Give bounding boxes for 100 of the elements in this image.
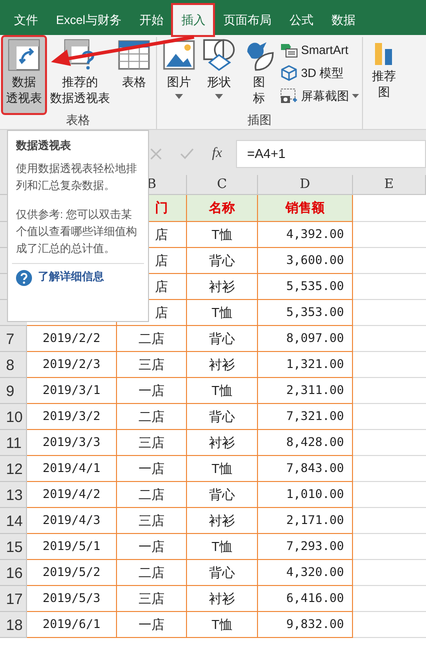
row-header[interactable]: 9 <box>0 378 27 404</box>
table-cell: 2019/3/3 <box>27 430 117 456</box>
table-cell: 一店 <box>117 456 187 482</box>
table-cell: 6,416.00 <box>258 586 353 612</box>
table-cell: 3,600.00 <box>258 248 353 274</box>
table-cell: 一店 <box>117 534 187 560</box>
table-cell: T恤 <box>187 612 258 638</box>
ribbon-button[interactable]: 图 标 <box>240 37 278 113</box>
row-header[interactable]: 8 <box>0 352 27 378</box>
table-cell: 2019/4/2 <box>27 482 117 508</box>
table-cell: 背心 <box>187 404 258 430</box>
table-cell: 三店 <box>117 508 187 534</box>
table-cell: 7,843.00 <box>258 456 353 482</box>
row-header[interactable]: 13 <box>0 482 27 508</box>
table-cell: 1,010.00 <box>258 482 353 508</box>
table-cell: 2019/3/2 <box>27 404 117 430</box>
table-cell: 销售额 <box>258 195 353 222</box>
table-cell: 三店 <box>117 586 187 612</box>
table-cell: 2019/6/1 <box>27 612 117 638</box>
ribbon-small-button[interactable]: 3D 模型 <box>280 62 359 84</box>
table-cell: 三店 <box>117 352 187 378</box>
table-cell: 4,320.00 <box>258 560 353 586</box>
table-cell: 二店 <box>117 482 187 508</box>
table-cell: 衬衫 <box>187 274 258 300</box>
table-cell: T恤 <box>187 534 258 560</box>
table-cell: 5,353.00 <box>258 300 353 326</box>
row-header[interactable]: 10 <box>0 404 27 430</box>
formula-input[interactable]: =A4+1 <box>236 140 426 168</box>
table-cell: 一店 <box>117 378 187 404</box>
ribbon-small-button[interactable]: 屏幕截图 <box>280 85 359 107</box>
row-header[interactable]: 11 <box>0 430 27 456</box>
table-cell: T恤 <box>187 378 258 404</box>
table-cell: 2019/4/1 <box>27 456 117 482</box>
ribbon-button[interactable]: 推荐 图 <box>369 37 399 113</box>
ribbon-tab[interactable]: 插入 <box>173 5 214 35</box>
table-cell: 7,293.00 <box>258 534 353 560</box>
row-header[interactable]: 7 <box>0 326 27 352</box>
table-cell: 8,428.00 <box>258 430 353 456</box>
table-cell: 背心 <box>187 248 258 274</box>
tooltip-title: 数据透视表 <box>16 138 72 154</box>
table-cell: 背心 <box>187 326 258 352</box>
ribbon-button[interactable]: 形状 <box>200 37 238 113</box>
row-header[interactable]: 16 <box>0 560 27 586</box>
table-cell: 2,311.00 <box>258 378 353 404</box>
learn-more-link[interactable]: 了解详细信息 <box>38 269 104 286</box>
table-cell: 4,392.00 <box>258 222 353 248</box>
table-cell: 背心 <box>187 482 258 508</box>
ribbon-tab[interactable]: 公式 <box>281 5 322 35</box>
shapes-icon <box>203 39 235 71</box>
table-cell: 2,171.00 <box>258 508 353 534</box>
table-cell: 2019/3/1 <box>27 378 117 404</box>
table-cell: T恤 <box>187 222 258 248</box>
table-cell: 7,321.00 <box>258 404 353 430</box>
table-cell: T恤 <box>187 300 258 326</box>
row-header[interactable]: 14 <box>0 508 27 534</box>
table-cell: 衬衫 <box>187 586 258 612</box>
table-cell: 8,097.00 <box>258 326 353 352</box>
column-header[interactable]: E <box>353 175 426 195</box>
table-cell: 9,832.00 <box>258 612 353 638</box>
table-cell: 5,535.00 <box>258 274 353 300</box>
table-cell: 衬衫 <box>187 352 258 378</box>
table-cell: 三店 <box>117 430 187 456</box>
table-cell: 2019/5/3 <box>27 586 117 612</box>
table-cell: T恤 <box>187 456 258 482</box>
ribbon-button[interactable]: 数据 透视表 <box>3 37 45 113</box>
ribbon-tab[interactable]: Excel与财务 <box>48 5 130 35</box>
group-label: 插图 <box>248 113 272 128</box>
table-cell: 二店 <box>117 560 187 586</box>
confirm-icon[interactable] <box>180 148 194 160</box>
picture-icon <box>163 39 195 71</box>
row-header[interactable]: 17 <box>0 586 27 612</box>
table-cell: 2019/5/2 <box>27 560 117 586</box>
smartart-icon <box>280 42 298 58</box>
help-icon <box>16 270 32 286</box>
camera-icon <box>280 88 298 104</box>
table-cell: 1,321.00 <box>258 352 353 378</box>
row-header[interactable]: 12 <box>0 456 27 482</box>
table-cell: 衬衫 <box>187 508 258 534</box>
cube-icon <box>280 65 298 81</box>
table-cell: 2019/2/2 <box>27 326 117 352</box>
ribbon-tab[interactable]: 文件 <box>6 5 46 35</box>
table-cell: 一店 <box>117 612 187 638</box>
table-cell: 二店 <box>117 404 187 430</box>
ribbon-tab[interactable]: 数据 <box>323 5 364 35</box>
table-cell: 2019/2/3 <box>27 352 117 378</box>
row-header[interactable]: 15 <box>0 534 27 560</box>
table-cell: 二店 <box>117 326 187 352</box>
table-cell: 背心 <box>187 560 258 586</box>
cancel-icon[interactable] <box>150 148 162 160</box>
table-cell: 衬衫 <box>187 430 258 456</box>
group-label: 表格 <box>66 113 90 128</box>
ribbon-tab[interactable]: 开始 <box>131 5 172 35</box>
function-button[interactable]: fx <box>212 143 222 164</box>
row-header[interactable]: 18 <box>0 612 27 638</box>
pivot-table-icon <box>8 39 40 71</box>
table-cell: 2019/5/1 <box>27 534 117 560</box>
ribbon-tab[interactable]: 页面布局 <box>215 5 280 35</box>
ribbon-small-button[interactable]: SmartArt <box>280 39 359 61</box>
table-cell: 2019/4/3 <box>27 508 117 534</box>
table-cell: 名称 <box>187 195 258 222</box>
